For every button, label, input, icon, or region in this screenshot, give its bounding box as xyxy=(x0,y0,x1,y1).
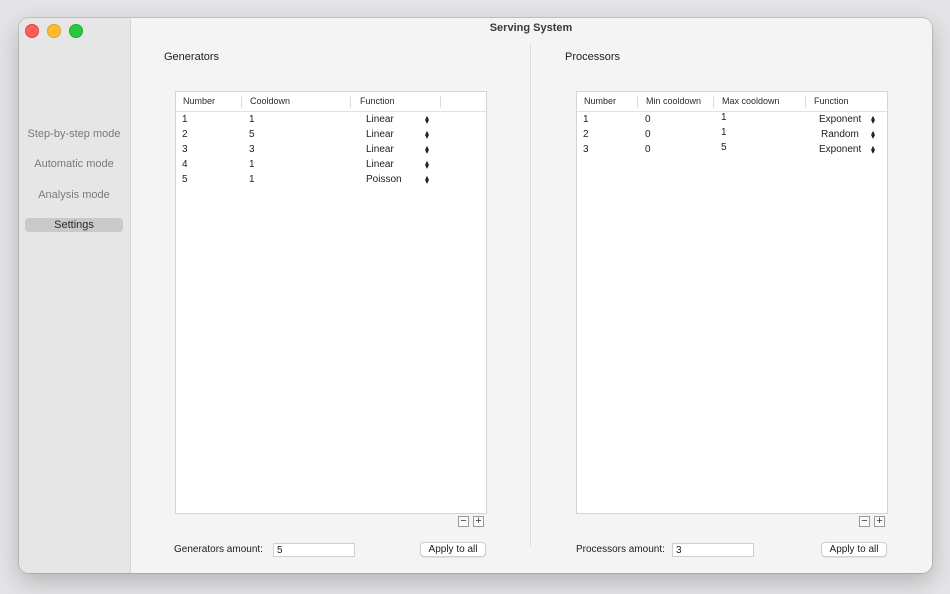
generator-function-select[interactable]: Linear xyxy=(366,144,394,156)
traffic-lights xyxy=(25,24,83,38)
generators-title: Generators xyxy=(164,51,220,63)
generators-amount-label: Generators amount: xyxy=(174,544,263,555)
column-header-number[interactable]: Number xyxy=(183,92,215,111)
column-separator xyxy=(440,96,441,108)
processor-max-cooldown[interactable]: 1 xyxy=(721,127,727,139)
processors-apply-to-all-button[interactable]: Apply to all xyxy=(821,542,887,557)
processors-amount-label: Processors amount: xyxy=(576,544,665,555)
app-window: Step-by-step mode Automatic mode Analysi… xyxy=(19,18,932,573)
processors-table-header: Number Min cooldown Max cooldown Functio… xyxy=(577,92,887,112)
processor-min-cooldown[interactable]: 0 xyxy=(645,144,651,156)
column-separator xyxy=(241,96,242,108)
updown-chevron-icon[interactable]: ▴ ▾ xyxy=(869,114,877,126)
processor-min-cooldown[interactable]: 0 xyxy=(645,114,651,126)
generator-number: 3 xyxy=(182,144,188,155)
column-separator xyxy=(637,96,638,108)
updown-chevron-icon[interactable]: ▴ ▾ xyxy=(423,114,431,126)
column-header-cooldown[interactable]: Cooldown xyxy=(250,92,290,111)
processor-max-cooldown[interactable]: 5 xyxy=(721,142,727,154)
add-generator-button[interactable]: + xyxy=(473,516,484,527)
processors-amount-input[interactable]: 3 xyxy=(672,543,754,557)
updown-chevron-icon[interactable]: ▴ ▾ xyxy=(423,159,431,171)
column-header-min-cooldown[interactable]: Min cooldown xyxy=(646,92,701,111)
sidebar-item-settings[interactable]: Settings xyxy=(25,218,123,232)
updown-chevron-icon[interactable]: ▴ ▾ xyxy=(423,129,431,141)
processor-number: 3 xyxy=(583,144,589,155)
window-title: Serving System xyxy=(489,22,573,34)
column-header-function[interactable]: Function xyxy=(360,92,395,111)
updown-chevron-icon[interactable]: ▴ ▾ xyxy=(423,144,431,156)
column-header-function[interactable]: Function xyxy=(814,92,849,111)
updown-chevron-icon[interactable]: ▴ ▾ xyxy=(869,144,877,156)
generator-function-select[interactable]: Linear xyxy=(366,114,394,126)
zoom-window-button[interactable] xyxy=(69,24,83,38)
processor-number: 1 xyxy=(583,114,589,125)
processors-title: Processors xyxy=(565,51,621,63)
processor-min-cooldown[interactable]: 0 xyxy=(645,129,651,141)
minimize-window-button[interactable] xyxy=(47,24,61,38)
remove-processor-button[interactable]: − xyxy=(859,516,870,527)
sidebar-item-step-by-step[interactable]: Step-by-step mode xyxy=(25,127,123,141)
processor-function-select[interactable]: Exponent xyxy=(819,144,861,156)
sidebar-item-automatic[interactable]: Automatic mode xyxy=(25,157,123,171)
add-processor-button[interactable]: + xyxy=(874,516,885,527)
column-separator xyxy=(805,96,806,108)
generator-cooldown[interactable]: 1 xyxy=(249,114,255,126)
panel-divider xyxy=(530,44,531,546)
generators-table: Number Cooldown Function 1 1 Linear ▴ ▾ 2… xyxy=(175,91,487,514)
generator-number: 2 xyxy=(182,129,188,140)
generator-number: 5 xyxy=(182,174,188,185)
updown-chevron-icon[interactable]: ▴ ▾ xyxy=(423,174,431,186)
generator-function-select[interactable]: Linear xyxy=(366,129,394,141)
processor-max-cooldown[interactable]: 1 xyxy=(721,112,727,124)
column-header-max-cooldown[interactable]: Max cooldown xyxy=(722,92,780,111)
processor-function-select[interactable]: Exponent xyxy=(819,114,861,126)
generator-cooldown[interactable]: 1 xyxy=(249,174,255,186)
generators-table-header: Number Cooldown Function xyxy=(176,92,486,112)
sidebar: Step-by-step mode Automatic mode Analysi… xyxy=(19,18,131,573)
sidebar-item-analysis[interactable]: Analysis mode xyxy=(25,188,123,202)
generator-cooldown[interactable]: 5 xyxy=(249,129,255,141)
generator-number: 1 xyxy=(182,114,188,125)
processor-number: 2 xyxy=(583,129,589,140)
column-header-number[interactable]: Number xyxy=(584,92,616,111)
processors-table: Number Min cooldown Max cooldown Functio… xyxy=(576,91,888,514)
column-separator xyxy=(350,96,351,108)
generator-cooldown[interactable]: 1 xyxy=(249,159,255,171)
generators-amount-input[interactable]: 5 xyxy=(273,543,355,557)
processor-function-select[interactable]: Random xyxy=(821,129,859,141)
generators-apply-to-all-button[interactable]: Apply to all xyxy=(420,542,486,557)
remove-generator-button[interactable]: − xyxy=(458,516,469,527)
updown-chevron-icon[interactable]: ▴ ▾ xyxy=(869,129,877,141)
generator-number: 4 xyxy=(182,159,188,170)
generator-function-select[interactable]: Linear xyxy=(366,159,394,171)
generator-function-select[interactable]: Poisson xyxy=(366,174,402,186)
column-separator xyxy=(713,96,714,108)
close-window-button[interactable] xyxy=(25,24,39,38)
generator-cooldown[interactable]: 3 xyxy=(249,144,255,156)
